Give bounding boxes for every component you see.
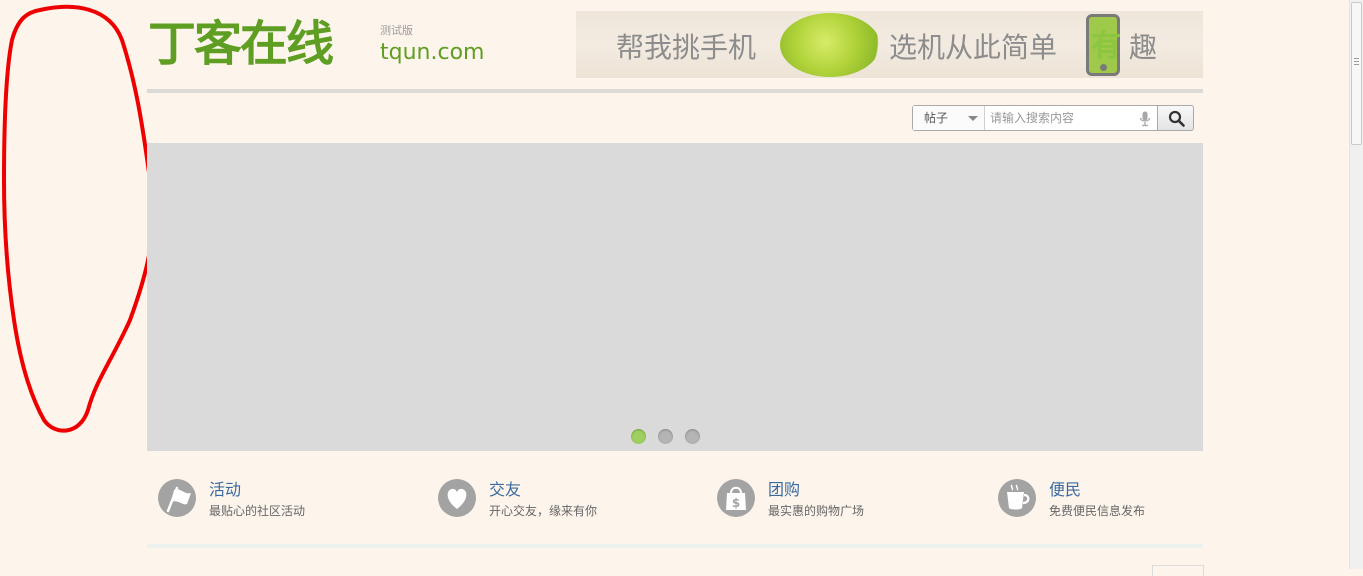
feature-desc: 最贴心的社区活动 (209, 504, 306, 518)
search-type-value: 帖子 (924, 111, 949, 125)
feature-title[interactable]: 活动 (209, 476, 241, 500)
shopping-bag-icon: $ (717, 479, 755, 517)
logo-name: 丁客在线 (148, 16, 334, 72)
heart-icon (438, 479, 476, 517)
banner-text-left: 帮我挑手机 (616, 31, 757, 64)
carousel-dot[interactable] (685, 429, 700, 444)
banner-text-mid: 选机从此简单 (889, 31, 1058, 64)
banner-ad[interactable]: 帮我挑手机 选机从此简单 有 趣 (576, 11, 1203, 78)
search-button[interactable] (1157, 105, 1194, 131)
feature-activities[interactable]: 活动 最贴心的社区活动 (157, 474, 397, 522)
vertical-scrollbar[interactable] (1349, 0, 1363, 569)
banner-text-end: 趣 (1129, 31, 1158, 64)
search-type-select[interactable]: 帖子 (913, 106, 985, 130)
feature-friends[interactable]: 交友 开心交友，缘来有你 (437, 474, 677, 522)
feature-title[interactable]: 团购 (768, 476, 800, 500)
red-annotation-outline (2, 4, 155, 433)
carousel-dot[interactable] (631, 429, 646, 444)
beta-badge: 测试版 (380, 24, 413, 37)
coffee-cup-icon (998, 479, 1036, 517)
logo-domain: tqun.com (380, 40, 485, 65)
feature-desc: 免费便民信息发布 (1049, 504, 1146, 518)
image-carousel[interactable] (147, 143, 1203, 451)
grip-line (1354, 58, 1359, 59)
grip-line (1354, 64, 1359, 65)
scrollbar-thumb[interactable] (1351, 2, 1362, 145)
chevron-down-icon (968, 116, 978, 121)
feature-services[interactable]: 便民 免费便民信息发布 (997, 474, 1237, 522)
feature-title[interactable]: 便民 (1049, 476, 1081, 500)
speech-bubble-graphic (780, 13, 880, 77)
search-icon (1168, 110, 1185, 127)
svg-text:$: $ (732, 496, 740, 510)
search-box: 帖子 (912, 105, 1158, 131)
grip-line (1354, 61, 1359, 62)
content-box-edge (1152, 565, 1204, 576)
flag-icon (158, 479, 196, 517)
header-divider (147, 89, 1203, 93)
feature-desc: 开心交友，缘来有你 (489, 504, 598, 518)
feature-group-buy[interactable]: $ 团购 最实惠的购物广场 (716, 474, 956, 522)
feature-title[interactable]: 交友 (489, 476, 521, 500)
search-input[interactable] (986, 106, 1136, 130)
carousel-dot[interactable] (658, 429, 673, 444)
section-divider (147, 544, 1203, 548)
mic-icon[interactable] (1139, 111, 1151, 127)
banner-text-accent: 有 (1091, 29, 1121, 64)
feature-desc: 最实惠的购物广场 (768, 504, 865, 518)
